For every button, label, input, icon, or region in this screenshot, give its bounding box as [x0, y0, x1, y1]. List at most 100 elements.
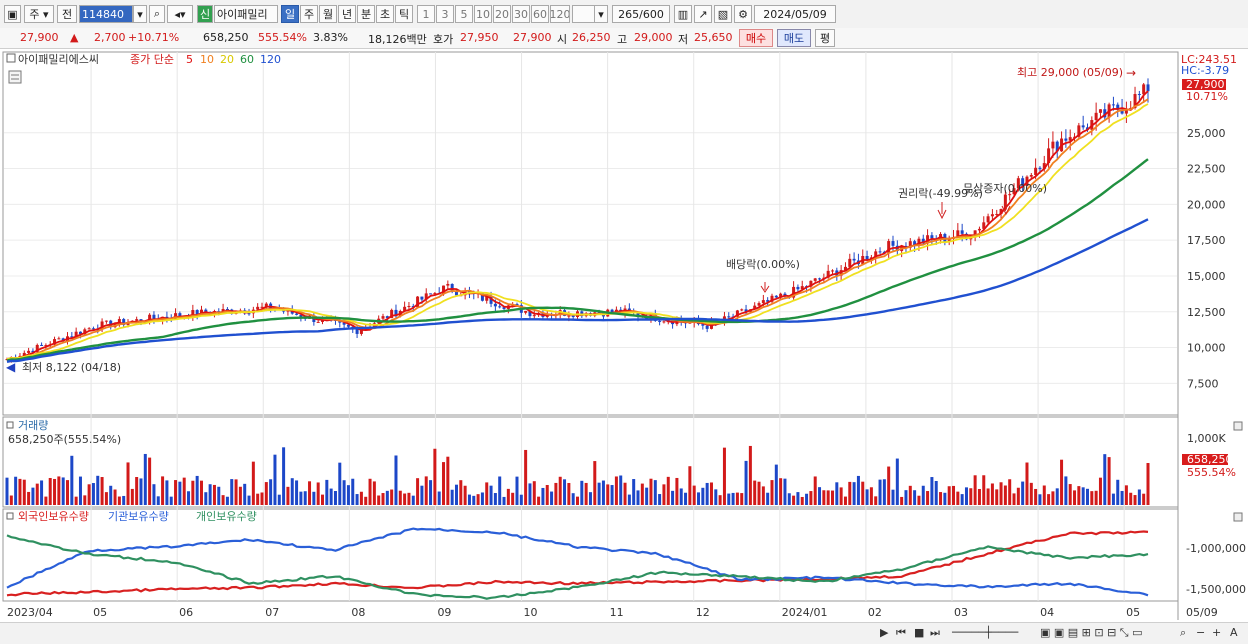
- zoom-icon[interactable]: ⌕: [1180, 626, 1186, 640]
- date-field[interactable]: 2024/05/09: [754, 5, 836, 23]
- layout-icon[interactable]: ▣: [4, 5, 21, 23]
- volume-bar: [658, 494, 662, 505]
- bar-count-field[interactable]: 265/600: [612, 5, 670, 23]
- period-week-button[interactable]: 주: [300, 5, 318, 23]
- volume-bar: [221, 495, 225, 505]
- volume-bar: [541, 487, 545, 505]
- candle-body: [960, 230, 964, 234]
- high-label: 고: [617, 33, 628, 46]
- stop-icon[interactable]: ■: [914, 626, 924, 639]
- candle-body: [454, 291, 458, 296]
- x-axis-label: 12: [696, 606, 710, 619]
- period-day-button[interactable]: 일: [281, 5, 299, 23]
- volume-bar: [1103, 454, 1107, 505]
- chart-canvas[interactable]: 아이패밀리에스씨 종가 단순 5 10 20 60 120 LC:243.51 …: [0, 50, 1248, 622]
- speaker-icon[interactable]: ◂▾: [167, 5, 193, 23]
- volume-bar: [999, 482, 1003, 505]
- volume-bar: [91, 483, 95, 505]
- candle-body: [493, 303, 497, 307]
- volume-bar: [913, 490, 917, 505]
- minute-3-button[interactable]: 3: [436, 5, 454, 23]
- volume-bar: [493, 493, 497, 505]
- volume-bar: [195, 475, 199, 505]
- volume-bar: [809, 491, 813, 505]
- view-icons[interactable]: ▣ ▣ ▤ ⊞ ⊡ ⊟ ⤡ ▭: [1040, 626, 1143, 640]
- x-axis-label: 04: [1040, 606, 1054, 619]
- period-minute-button[interactable]: 분: [357, 5, 375, 23]
- buy-button[interactable]: 매수: [739, 29, 773, 47]
- volume-bar: [818, 487, 822, 505]
- volume-bar: [588, 492, 592, 505]
- x-axis-label: 11: [610, 606, 624, 619]
- hc-label: HC:-3.79: [1181, 64, 1229, 77]
- x-axis-label: 2024/01: [782, 606, 828, 619]
- eval-button[interactable]: 평: [815, 29, 835, 47]
- period-year-button[interactable]: 년: [338, 5, 356, 23]
- text-size-icon[interactable]: A: [1230, 626, 1238, 639]
- volume-bar: [411, 495, 415, 505]
- candle-type-icon[interactable]: ▥: [674, 5, 692, 23]
- minus-icon[interactable]: −: [1196, 626, 1205, 639]
- volume-bar: [1068, 484, 1072, 505]
- code-dropdown-icon[interactable]: ▾: [133, 5, 147, 23]
- zoom-slider[interactable]: ─────┼────: [952, 626, 1018, 639]
- search-icon[interactable]: ⌕: [149, 5, 165, 23]
- candle-body: [662, 321, 666, 323]
- volume-bar: [1021, 481, 1025, 505]
- volume-bar: [9, 495, 13, 505]
- period-month-button[interactable]: 월: [319, 5, 337, 23]
- grid-table-icon[interactable]: [8, 70, 22, 84]
- capture-icon[interactable]: ▧: [714, 5, 732, 23]
- draw-tool-icon[interactable]: ↗: [694, 5, 712, 23]
- up-arrow-icon: ▲: [70, 31, 79, 44]
- minute-20-button[interactable]: 20: [493, 5, 511, 23]
- interval-dropdown-icon[interactable]: ▾: [594, 5, 608, 23]
- volume-bar: [269, 479, 273, 505]
- minute-120-button[interactable]: 120: [550, 5, 570, 23]
- volume-bar-last: [1146, 463, 1150, 505]
- volume-bar: [243, 483, 247, 505]
- volume-bar: [217, 486, 221, 505]
- minute-5-button[interactable]: 5: [455, 5, 473, 23]
- volume-bar: [156, 496, 160, 505]
- period-second-button[interactable]: 초: [376, 5, 394, 23]
- volume-ytick: 1,000K: [1187, 432, 1226, 445]
- volume-bar: [761, 486, 765, 505]
- volume-bar: [31, 487, 35, 505]
- scroll-last-icon[interactable]: ⏭: [930, 626, 940, 640]
- volume-bar: [528, 483, 532, 505]
- stock-name-field[interactable]: 아이패밀리: [214, 5, 278, 23]
- volume-bar: [407, 492, 411, 505]
- volume-bar: [130, 488, 134, 505]
- volume-bar: [610, 485, 614, 505]
- minute-1-button[interactable]: 1: [417, 5, 435, 23]
- volume-bar: [489, 485, 493, 505]
- current-price: 27,900: [20, 31, 59, 44]
- sell-button[interactable]: 매도: [777, 29, 811, 47]
- settings-icon[interactable]: ⚙: [734, 5, 752, 23]
- minute-30-button[interactable]: 30: [512, 5, 530, 23]
- volume-bar: [887, 466, 891, 505]
- date-value: 2024/05/09: [763, 7, 827, 21]
- high-value: 29,000: [634, 31, 673, 44]
- volume-bar: [995, 489, 999, 505]
- candle-body: [316, 321, 320, 323]
- period-type-select[interactable]: 주 ▾: [24, 5, 54, 23]
- volume-bar: [148, 457, 152, 505]
- volume-bar: [1003, 485, 1007, 505]
- stock-code-input[interactable]: 114840: [79, 5, 133, 23]
- holdings-close-icon[interactable]: [1233, 512, 1243, 522]
- x-axis-label: 09: [437, 606, 451, 619]
- volume-close-icon[interactable]: [1233, 421, 1243, 431]
- minute-10-button[interactable]: 10: [474, 5, 492, 23]
- period-tick-button[interactable]: 틱: [395, 5, 413, 23]
- chart-area[interactable]: 아이패밀리에스씨 종가 단순 5 10 20 60 120 LC:243.51 …: [0, 50, 1248, 643]
- volume-bar: [1016, 487, 1020, 505]
- scroll-first-icon[interactable]: ⏮: [896, 626, 906, 640]
- scroll-right-icon[interactable]: ▶: [880, 626, 888, 639]
- volume-bar: [973, 475, 977, 505]
- market-button[interactable]: 전: [57, 5, 77, 23]
- plus-icon[interactable]: +: [1212, 626, 1221, 639]
- volume-bar: [420, 485, 424, 505]
- minute-60-button[interactable]: 60: [531, 5, 549, 23]
